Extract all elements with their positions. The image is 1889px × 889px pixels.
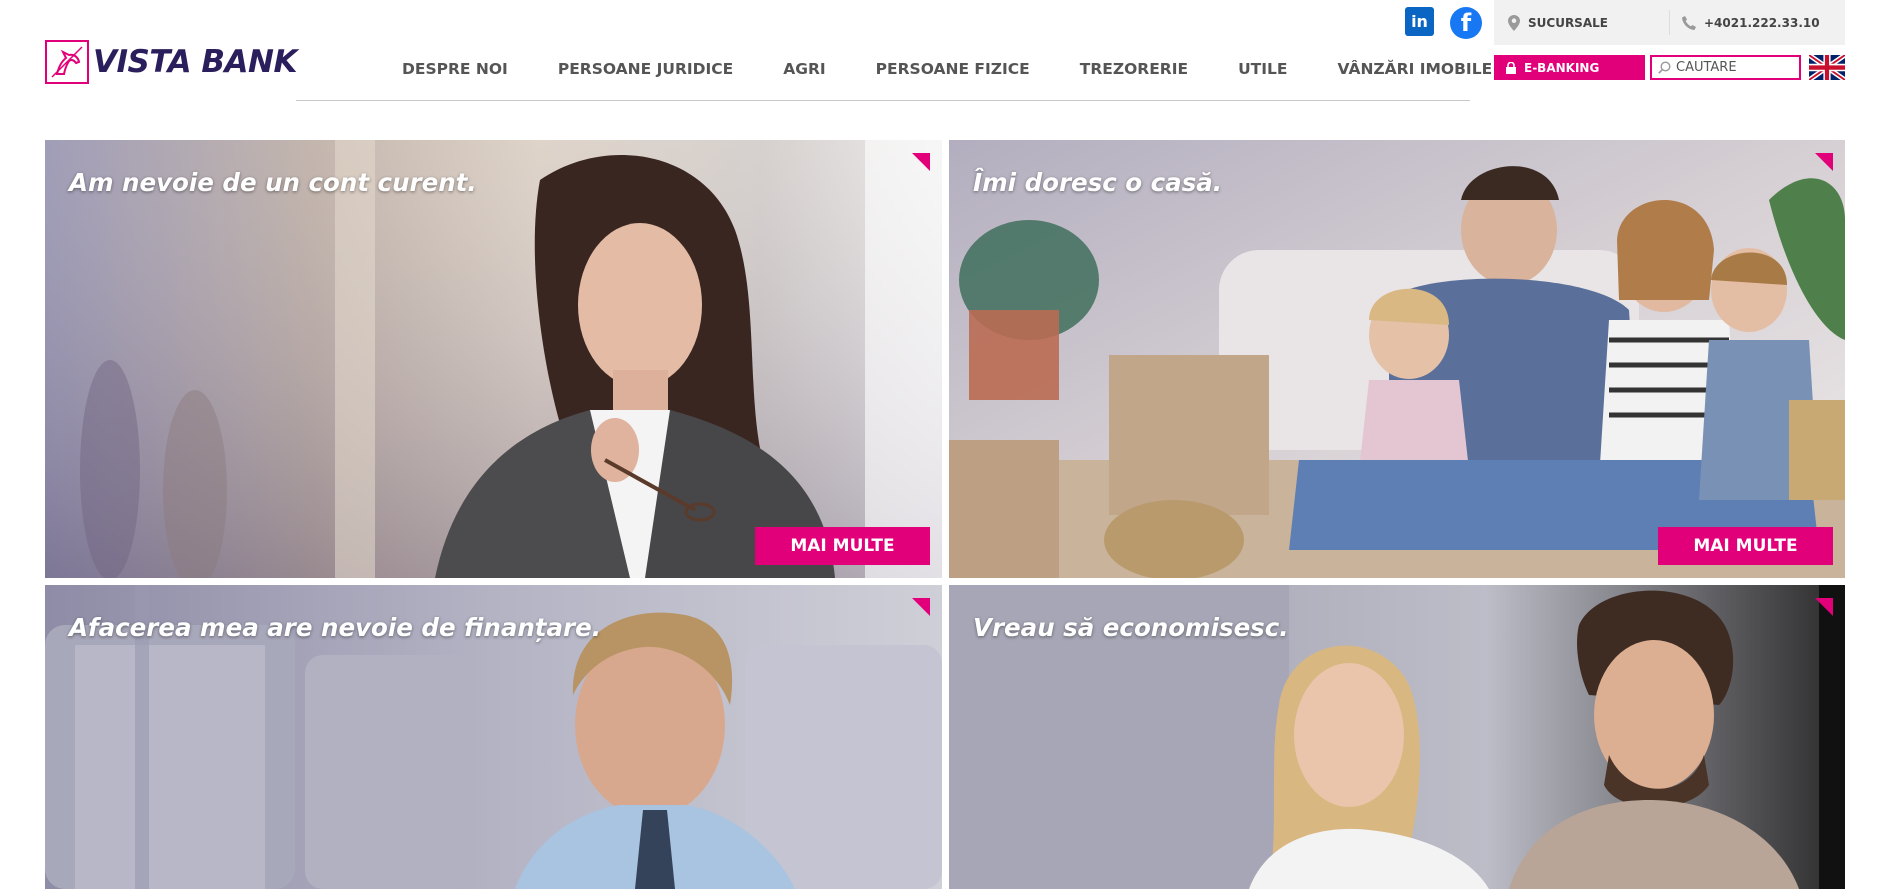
search-input[interactable] (1676, 60, 1794, 75)
businesswoman-photo (45, 140, 942, 578)
linkedin-icon[interactable]: in (1405, 7, 1434, 36)
main-navigation: DESPRE NOI PERSOANE JURIDICE AGRI PERSOA… (296, 49, 1492, 101)
tile-headline: Afacerea mea are nevoie de finanțare. (69, 613, 602, 642)
nav-item-persoane-fizice[interactable]: PERSOANE FIZICE (876, 49, 1030, 89)
tile-savings[interactable]: Vreau să economisesc. (949, 585, 1845, 889)
nav-item-despre-noi[interactable]: DESPRE NOI (402, 49, 508, 89)
phone-icon (1682, 15, 1696, 30)
ebanking-button[interactable]: E-BANKING (1494, 55, 1645, 80)
tile-home[interactable]: Îmi doresc o casă. MAI MULTE (949, 140, 1845, 578)
branches-link[interactable]: SUCURSALE (1508, 0, 1608, 45)
nav-item-persoane-juridice[interactable]: PERSOANE JURIDICE (558, 49, 733, 89)
tile-headline: Vreau să economisesc. (973, 613, 1289, 642)
tile-current-account[interactable]: Am nevoie de un cont curent. MAI MULTE (45, 140, 942, 578)
phone-number: +4021.222.33.10 (1704, 15, 1820, 30)
ebanking-label: E-BANKING (1524, 60, 1600, 75)
nav-item-trezorerie[interactable]: TREZORERIE (1080, 49, 1188, 89)
phone-link[interactable]: +4021.222.33.10 (1682, 0, 1820, 45)
nav-item-utile[interactable]: UTILE (1238, 49, 1287, 89)
facebook-icon[interactable]: f (1450, 7, 1482, 39)
family-photo (949, 140, 1845, 578)
map-pin-icon (1508, 14, 1520, 31)
uk-flag-icon[interactable] (1807, 52, 1847, 83)
horse-logo-icon (45, 40, 89, 84)
search-box (1650, 55, 1801, 80)
divider (1669, 10, 1670, 35)
more-button[interactable]: MAI MULTE (1658, 527, 1833, 565)
search-icon[interactable] (1658, 61, 1671, 74)
branches-label: SUCURSALE (1528, 15, 1608, 30)
more-button[interactable]: MAI MULTE (755, 527, 930, 565)
nav-item-vanzari-imobile[interactable]: VÂNZĂRI IMOBILE (1338, 49, 1493, 89)
top-utility-bar: SUCURSALE +4021.222.33.10 (1494, 0, 1845, 45)
nav-item-agri[interactable]: AGRI (783, 49, 825, 89)
tile-headline: Îmi doresc o casă. (973, 168, 1223, 197)
logo[interactable]: VISTA BANK (45, 40, 297, 84)
tile-business-financing[interactable]: Afacerea mea are nevoie de finanțare. (45, 585, 942, 889)
brand-name: VISTA BANK (93, 44, 297, 80)
tile-headline: Am nevoie de un cont curent. (69, 168, 477, 197)
lock-icon (1506, 61, 1516, 74)
